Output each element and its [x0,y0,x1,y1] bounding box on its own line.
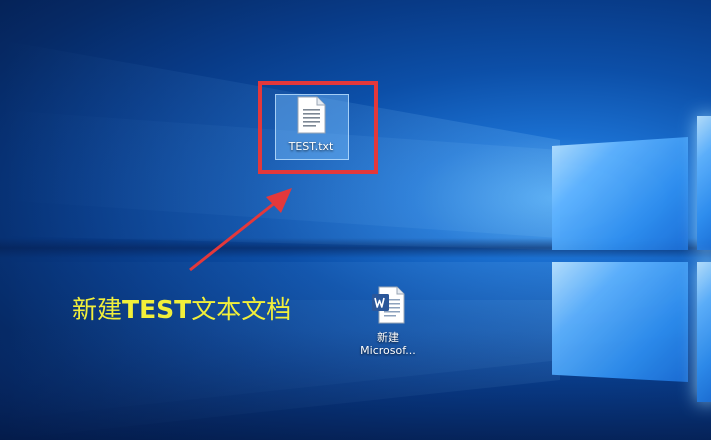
annotation-highlight-box [258,81,378,174]
annotation-caption-bold: TEST [122,295,192,324]
desktop-wallpaper [0,0,711,440]
windows-logo-pane-bottom-left [552,262,688,382]
desktop-icon-label-line1: 新建 [377,331,399,344]
windows-logo-pane-bottom-right [697,262,711,402]
windows-logo-pane-top-left [552,137,688,250]
annotation-caption: 新建TEST文本文档 [72,294,291,326]
desktop-icon-label-line2: Microsof... [360,344,416,357]
windows-logo-pane-top-right [697,116,711,250]
word-document-icon [372,286,405,324]
annotation-caption-suffix: 文本文档 [191,295,292,324]
desktop-icon-new-word-document[interactable]: 新建 Microsof... [351,285,425,357]
annotation-caption-prefix: 新建 [72,295,123,324]
